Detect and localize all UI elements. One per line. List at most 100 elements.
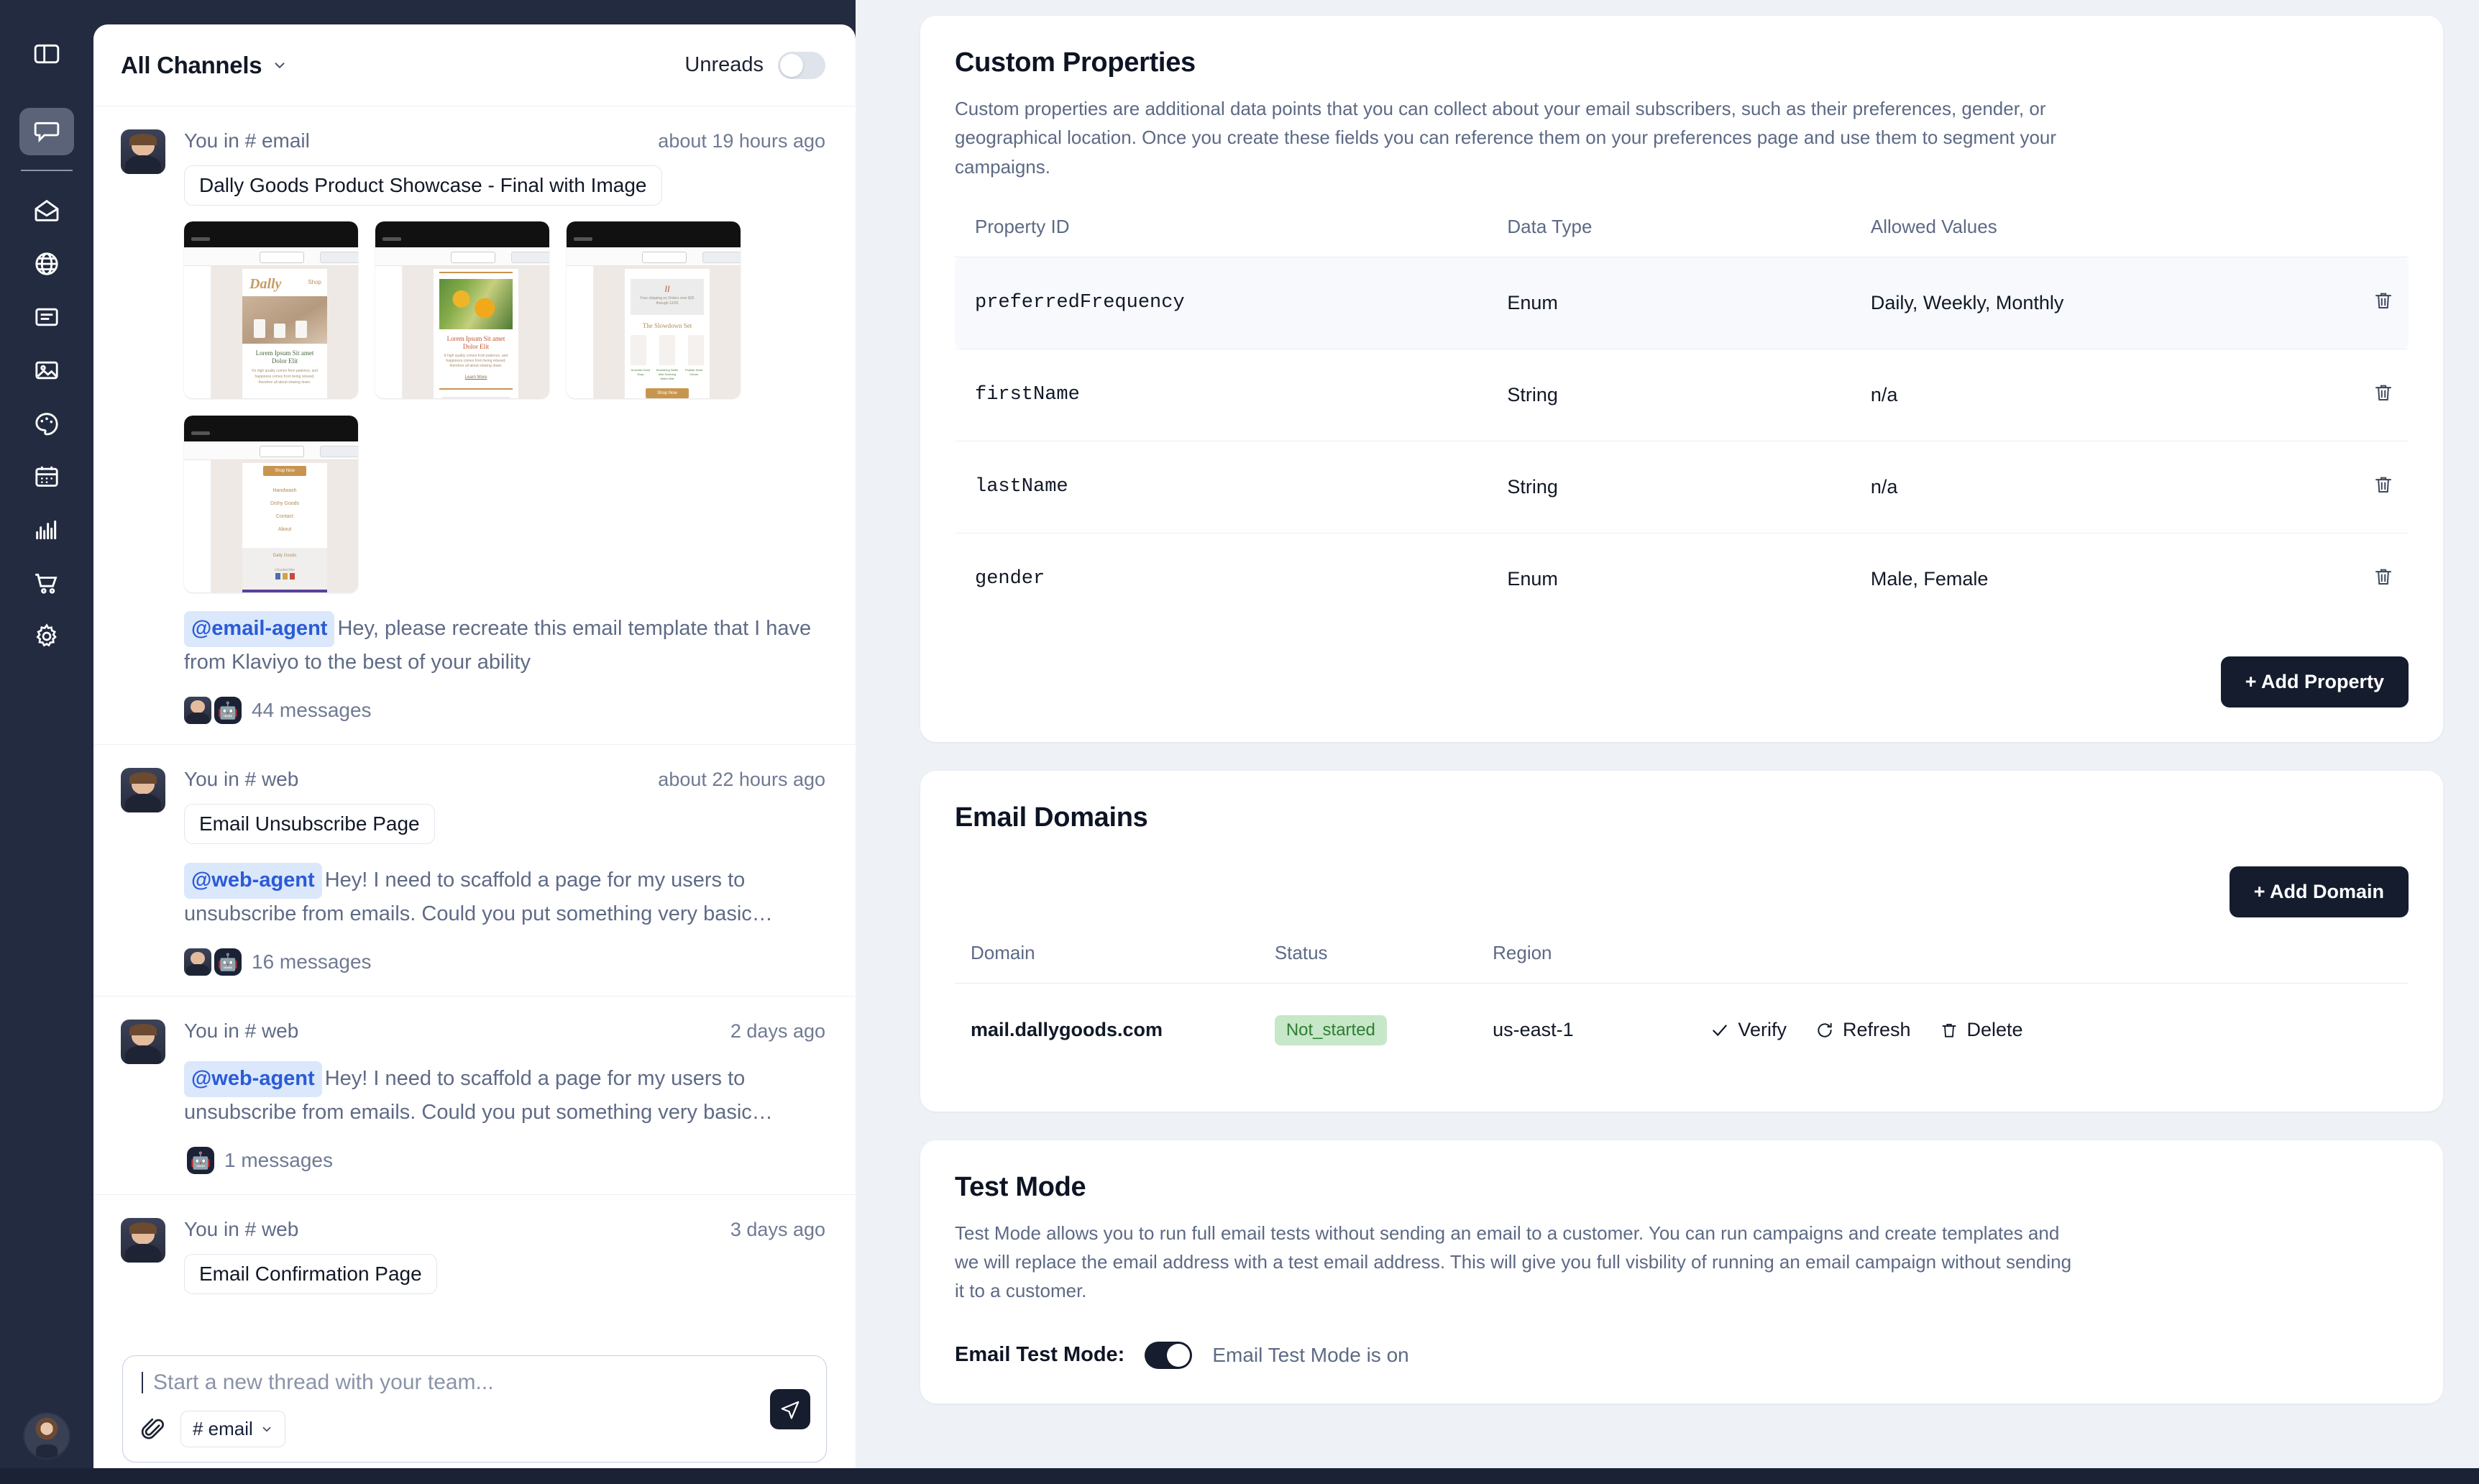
thread-message-count: 1 messages [224, 1149, 333, 1171]
delete-icon[interactable] [2373, 473, 2394, 496]
thread-message-count: 44 messages [252, 699, 372, 721]
thread-facepile: 🤖 16 messages [184, 948, 825, 976]
thread-title-chip[interactable]: Email Unsubscribe Page [184, 804, 435, 844]
sidebar-item-image[interactable] [19, 347, 74, 394]
table-row[interactable]: gender Enum Male, Female [955, 533, 2409, 625]
message-composer[interactable]: Start a new thread with your team... # e… [122, 1355, 827, 1462]
sidebar-item-commerce[interactable] [19, 559, 74, 607]
list-item[interactable]: You in # web about 22 hours ago Email Un… [93, 745, 856, 997]
cell-domain: mail.dallygoods.com [971, 1019, 1163, 1041]
avatar[interactable] [23, 1412, 70, 1460]
sidebar-item-settings[interactable] [19, 613, 74, 660]
custom-properties-table: Property ID Data Type Allowed Values pre… [955, 215, 2409, 625]
chevron-down-icon [272, 58, 288, 73]
avatar [121, 129, 165, 174]
thread-author: You in # web [184, 768, 299, 790]
rail-divider [21, 170, 73, 171]
thread-timestamp: about 22 hours ago [658, 769, 825, 790]
mention-tag[interactable]: @email-agent [184, 611, 335, 647]
table-row[interactable]: mail.dallygoods.com Not_started us-east-… [955, 983, 2409, 1077]
thread-message-count: 16 messages [252, 951, 372, 973]
table-row[interactable]: firstName String n/a [955, 349, 2409, 441]
column-header-status: Status [1274, 941, 1493, 984]
thread-preview: @web-agent Hey! I need to scaffold a page… [184, 863, 825, 930]
test-mode-toggle-row: Email Test Mode: Email Test Mode is on [955, 1341, 2409, 1369]
channel-selector[interactable]: All Channels [121, 52, 288, 79]
sidebar-item-globe[interactable] [19, 240, 74, 288]
sidebar-item-mail[interactable] [19, 187, 74, 234]
cell-allowed-values: Daily, Weekly, Monthly [1870, 257, 2307, 349]
list-item[interactable]: You in # web 2 days ago @web-agent Hey! I… [93, 997, 856, 1195]
test-mode-title: Test Mode [955, 1171, 1086, 1202]
add-property-button[interactable]: + Add Property [2220, 656, 2409, 707]
column-header-property-id: Property ID [955, 215, 1508, 257]
composer-placeholder[interactable]: Start a new thread with your team... [142, 1372, 810, 1393]
list-item[interactable]: You in # web 3 days ago Email Confirmati… [93, 1195, 856, 1314]
cell-property-id: gender [975, 568, 1045, 590]
sidebar-item-document[interactable] [19, 293, 74, 341]
attachment-thumbnail[interactable]: Lorem Ipsum Sit amet Dolor Elit It high q… [375, 221, 549, 398]
bottom-strip [0, 1468, 2479, 1484]
test-mode-card: Test Mode Test Mode allows you to run fu… [920, 1140, 2443, 1403]
channel-selector-label: All Channels [121, 51, 262, 78]
delete-icon[interactable] [2373, 381, 2394, 404]
thread-list[interactable]: You in # email about 19 hours ago Dally … [93, 106, 856, 1355]
cell-data-type: Enum [1507, 567, 1558, 590]
check-icon [1710, 1021, 1729, 1040]
refresh-icon [1815, 1021, 1834, 1040]
attachment-thumbnail[interactable]: Shop Now Handwash Dishy Goods Contact About… [184, 416, 358, 592]
composer-channel-select[interactable]: # email [180, 1411, 285, 1447]
table-row[interactable]: preferredFrequency Enum Daily, Weekly, M… [955, 257, 2409, 349]
cell-data-type: String [1507, 441, 1871, 533]
delete-icon[interactable] [2373, 289, 2394, 312]
test-mode-toggle-knob [1167, 1343, 1191, 1367]
attachment-thumbnail[interactable]: ll Free shipping on Orders over $35 throug… [567, 221, 741, 398]
verify-button[interactable]: Verify [1710, 1019, 1787, 1041]
trash-icon [1940, 1021, 1958, 1040]
thread-title-chip[interactable]: Email Confirmation Page [184, 1254, 437, 1294]
sidebar-item-calendar[interactable] [19, 453, 74, 500]
cell-property-id: lastName [955, 441, 1508, 533]
attachment-icon[interactable] [140, 1415, 166, 1444]
delete-icon[interactable] [2373, 565, 2394, 588]
test-mode-toggle[interactable] [1145, 1341, 1193, 1369]
email-domains-card: Email Domains + Add Domain Domain Status… [920, 770, 2443, 1112]
chat-panel: All Channels Unreads You in # email abou… [93, 24, 856, 1484]
thread-facepile: 🤖 44 messages [184, 697, 825, 724]
list-item[interactable]: You in # email about 19 hours ago Dally … [93, 106, 856, 745]
test-mode-toggle-label: Email Test Mode: [955, 1343, 1125, 1367]
thread-preview: @email-agent Hey, please recreate this em… [184, 611, 825, 678]
cell-property-id: preferredFrequency [955, 257, 1508, 349]
verify-label: Verify [1738, 1019, 1787, 1041]
sidebar-item-palette[interactable] [19, 400, 74, 447]
sidebar-item-chat[interactable] [19, 108, 74, 155]
refresh-button[interactable]: Refresh [1815, 1019, 1911, 1041]
app-root: All Channels Unreads You in # email abou… [0, 0, 2479, 1484]
mention-tag[interactable]: @web-agent [184, 863, 322, 899]
page-title: Custom Properties [955, 47, 1196, 78]
add-domain-button[interactable]: + Add Domain [2229, 866, 2409, 917]
unreads-toggle[interactable] [778, 51, 825, 79]
cell-data-type: String [1507, 349, 1871, 441]
cell-region: us-east-1 [1493, 1019, 1574, 1041]
table-row[interactable]: lastName String n/a [955, 441, 2409, 533]
column-header-data-type: Data Type [1507, 215, 1871, 257]
thread-attachments[interactable]: Dally Shop Lorem Ipsum Sit amet Dolor Elit… [184, 221, 825, 592]
mention-tag[interactable]: @web-agent [184, 1061, 322, 1097]
settings-content: Custom Properties Custom properties are … [856, 0, 2479, 1484]
composer-channel-label: # email [193, 1418, 253, 1439]
test-mode-description: Test Mode allows you to run full email t… [955, 1222, 2072, 1302]
send-button[interactable] [770, 1388, 810, 1429]
unreads-label: Unreads [684, 53, 764, 76]
sidebar-item-analytics[interactable] [19, 506, 74, 554]
thread-author: You in # email [184, 129, 310, 152]
attachment-thumbnail[interactable]: Dally Shop Lorem Ipsum Sit amet Dolor Elit… [184, 221, 358, 398]
column-header-region: Region [1493, 941, 1711, 984]
avatar [121, 768, 165, 812]
delete-button[interactable]: Delete [1940, 1019, 2023, 1041]
thread-preview: @web-agent Hey! I need to scaffold a page… [184, 1061, 825, 1128]
panel-toggle-icon[interactable] [19, 30, 74, 78]
status-badge: Not_started [1274, 1014, 1387, 1045]
unreads-filter: Unreads [684, 51, 825, 79]
thread-title-chip[interactable]: Dally Goods Product Showcase - Final wit… [184, 165, 662, 206]
